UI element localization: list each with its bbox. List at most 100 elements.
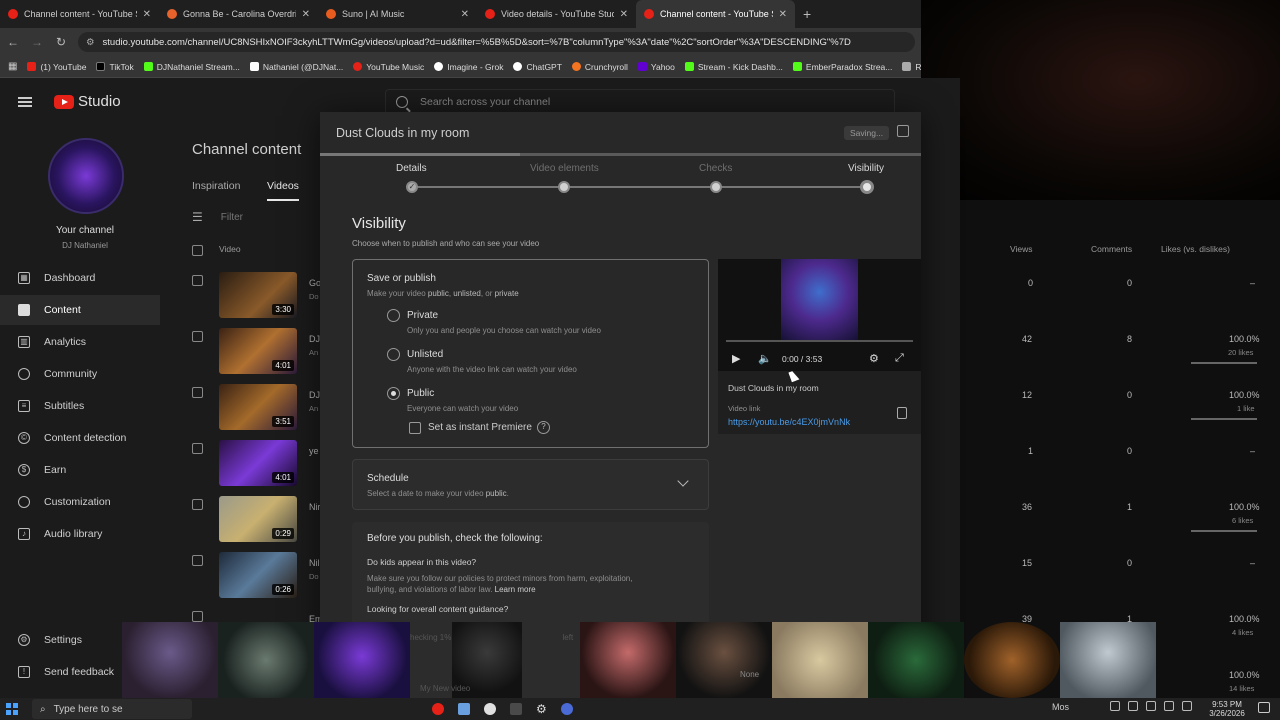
video-title[interactable]: DJ [309, 334, 320, 344]
close-tab-icon[interactable]: ✕ [461, 9, 469, 20]
video-link[interactable]: https://youtu.be/c4EX0jmVnNk [728, 417, 850, 427]
private-radio[interactable] [387, 309, 400, 322]
bookmark-item[interactable]: Imagine - Grok [434, 62, 503, 72]
taskbar-clock[interactable]: 9:53 PM 3/26/2026 [1200, 700, 1254, 718]
step-dot[interactable] [710, 181, 722, 193]
sidebar-item-community[interactable]: Community [0, 359, 160, 389]
wifi-icon[interactable] [1146, 701, 1156, 711]
step-dot-current[interactable] [860, 180, 874, 194]
bookmark-item[interactable]: Crunchyroll [571, 62, 628, 72]
close-tab-icon[interactable]: ✕ [620, 9, 628, 20]
bookmark-item[interactable]: ChatGPT [513, 62, 562, 72]
notification-icon[interactable] [1258, 702, 1270, 713]
column-header-views[interactable]: Views [1010, 244, 1033, 254]
volume-icon[interactable]: 🔈 [758, 352, 772, 365]
video-thumbnail[interactable]: 3:30 [219, 272, 297, 318]
video-thumbnail[interactable]: 3:51 [219, 384, 297, 430]
sidebar-item-analytics[interactable]: ▥ Analytics [0, 327, 160, 357]
sidebar-item-audio-library[interactable]: ♪ Audio library [0, 519, 160, 549]
column-header-video[interactable]: Video [219, 244, 241, 254]
gear-icon[interactable]: ⚙ [869, 352, 879, 365]
bookmark-item[interactable]: YouTube Music [353, 62, 424, 72]
bookmark-item[interactable]: (1) YouTube [27, 62, 86, 72]
browser-tab[interactable]: Video details - YouTube Studio ✕ [477, 0, 636, 28]
column-header-likes[interactable]: Likes (vs. dislikes) [1161, 244, 1230, 254]
row-checkbox[interactable] [192, 331, 203, 342]
browser-tab[interactable]: Channel content - YouTube Stu ✕ [0, 0, 159, 28]
sidebar-item-content-detection[interactable]: © Content detection [0, 423, 160, 453]
video-progress-bar[interactable] [726, 340, 913, 342]
step-details[interactable]: Details [396, 163, 427, 174]
menu-icon[interactable] [18, 96, 32, 107]
public-label[interactable]: Public [407, 388, 434, 399]
copy-icon[interactable] [897, 407, 907, 419]
app-icon[interactable] [484, 703, 496, 715]
step-visibility[interactable]: Visibility [848, 163, 884, 174]
row-checkbox[interactable] [192, 275, 203, 286]
private-label[interactable]: Private [407, 310, 438, 321]
browser-tab[interactable]: Suno | AI Music ✕ [318, 0, 477, 28]
video-thumbnail[interactable]: 4:01 [219, 328, 297, 374]
bookmark-item[interactable]: Nathaniel (@DJNat... [249, 62, 343, 72]
public-radio[interactable] [387, 387, 400, 400]
tray-icon[interactable] [1128, 701, 1138, 711]
column-header-comments[interactable]: Comments [1091, 244, 1132, 254]
tray-icon[interactable] [1110, 701, 1120, 711]
row-checkbox[interactable] [192, 611, 203, 622]
unlisted-radio[interactable] [387, 348, 400, 361]
youtube-studio-logo[interactable]: Studio [54, 93, 121, 110]
step-video-elements[interactable]: Video elements [530, 163, 599, 174]
bookmark-item[interactable]: TikTok [96, 62, 134, 72]
reload-icon[interactable]: ↻ [54, 35, 68, 49]
row-checkbox[interactable] [192, 443, 203, 454]
video-thumbnail[interactable]: 0:26 [219, 552, 297, 598]
record-icon[interactable] [432, 703, 444, 715]
unlisted-label[interactable]: Unlisted [407, 349, 443, 360]
close-tab-icon[interactable]: ✕ [779, 9, 787, 20]
play-icon[interactable]: ▶ [732, 352, 740, 365]
app-icon[interactable] [510, 703, 522, 715]
step-dot[interactable] [558, 181, 570, 193]
tab-videos[interactable]: Videos [267, 180, 299, 201]
instant-premiere-label[interactable]: Set as instant Premiere [428, 422, 532, 433]
site-info-icon[interactable]: ⚙ [86, 37, 95, 48]
filter-icon[interactable]: ☰ [192, 210, 203, 224]
select-all-checkbox[interactable] [192, 245, 203, 256]
app-icon[interactable] [560, 703, 573, 715]
step-checks[interactable]: Checks [699, 163, 732, 174]
video-title[interactable]: ye [309, 446, 319, 456]
row-checkbox[interactable] [192, 555, 203, 566]
browser-tab-active[interactable]: Channel content - YouTube Stu ✕ [636, 0, 795, 28]
feedback-icon[interactable] [897, 125, 909, 137]
sidebar-item-dashboard[interactable]: ▦ Dashboard [0, 263, 160, 293]
windows-start-icon[interactable] [6, 703, 18, 715]
microphone-icon[interactable] [1182, 701, 1192, 711]
url-field[interactable]: ⚙ studio.youtube.com/channel/UC8NSHIxNOI… [78, 32, 915, 52]
sidebar-item-subtitles[interactable]: ≡ Subtitles [0, 391, 160, 421]
close-tab-icon[interactable]: ✕ [143, 9, 151, 20]
schedule-panel[interactable]: Schedule Select a date to make your vide… [352, 459, 709, 510]
bookmark-item[interactable]: DJNathaniel Stream... [143, 62, 240, 72]
browser-tab[interactable]: Gonna Be - Carolina Overdrive ✕ [159, 0, 318, 28]
bookmark-item[interactable]: EmberParadox Strea... [792, 62, 892, 72]
gear-icon[interactable]: ⚙ [536, 702, 547, 716]
video-title[interactable]: Nil [309, 558, 320, 568]
video-title[interactable]: DJ [309, 390, 320, 400]
channel-avatar[interactable] [48, 138, 124, 214]
help-icon[interactable]: ? [537, 421, 550, 434]
bookmark-item[interactable]: Stream - Kick Dashb... [684, 62, 783, 72]
taskbar-search[interactable]: ⌕ Type here to se [32, 699, 192, 719]
sidebar-item-customization[interactable]: Customization [0, 487, 160, 517]
close-tab-icon[interactable]: ✕ [302, 9, 310, 20]
sidebar-item-content[interactable]: Content [0, 295, 160, 325]
app-icon[interactable] [406, 703, 418, 715]
video-player[interactable]: ▶ 🔈 0:00 / 3:53 ⚙ ⤢ [718, 259, 921, 371]
apps-grid-icon[interactable]: ▦ [8, 61, 17, 72]
app-icon[interactable] [458, 703, 470, 715]
learn-more-link[interactable]: Learn more [495, 585, 536, 594]
tab-inspiration[interactable]: Inspiration [192, 180, 240, 192]
video-title[interactable]: Nir [309, 502, 321, 512]
chevron-down-icon[interactable] [677, 475, 689, 487]
volume-icon[interactable] [1164, 701, 1174, 711]
fullscreen-icon[interactable]: ⤢ [895, 352, 904, 365]
